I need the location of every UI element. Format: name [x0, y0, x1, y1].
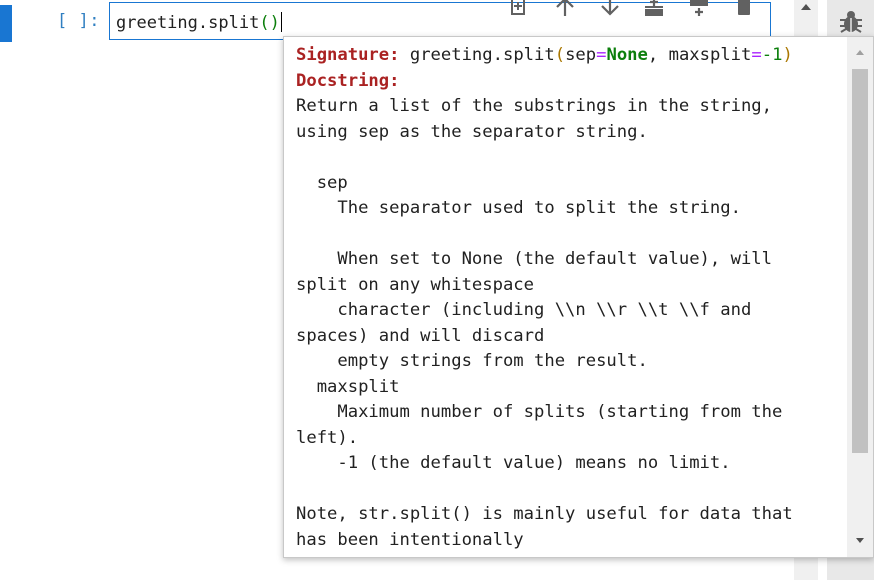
sig-param-sep: sep	[565, 45, 597, 65]
tooltip-scroll-down-icon[interactable]	[854, 535, 866, 545]
tooltip-scroll-thumb[interactable]	[852, 69, 868, 453]
code-function: split	[208, 13, 260, 33]
signature-open-paren: (	[554, 45, 566, 65]
doc-line	[296, 145, 846, 171]
doc-line: The separator used to split the string.	[296, 198, 741, 218]
sig-neg1: -1	[761, 45, 783, 65]
cell-prompt: [ ]:	[57, 11, 100, 31]
doc-line: -1 (the default value) means no limit.	[296, 453, 731, 473]
signature-label: Signature:	[296, 45, 400, 65]
doc-line: Return a list of the substrings in the s…	[296, 96, 772, 116]
code-variable: greeting	[116, 13, 198, 33]
code-line[interactable]: greeting.split()	[116, 12, 282, 33]
active-cell-indicator	[0, 5, 12, 42]
text-cursor	[280, 12, 282, 32]
move-down-icon[interactable]	[598, 0, 622, 18]
delete-icon[interactable]	[732, 0, 756, 18]
doc-line: has been intentionally	[296, 529, 524, 550]
doc-line: split on any whitespace	[296, 274, 534, 295]
doc-line: Maximum number of splits (starting from …	[296, 402, 783, 422]
tooltip-content: Signature: greeting.split(sep=None, maxs…	[296, 43, 846, 553]
insert-below-icon[interactable]	[687, 0, 711, 18]
sig-comma: ,	[647, 45, 669, 65]
docstring-label: Docstring:	[296, 70, 400, 91]
doc-line: using sep as the separator string.	[296, 121, 648, 142]
doc-line	[296, 222, 846, 248]
sig-eq-1: =	[596, 45, 607, 65]
signature-tooltip: Signature: greeting.split(sep=None, maxs…	[283, 36, 874, 558]
doc-line	[296, 477, 846, 503]
signature-close-paren: )	[782, 45, 793, 65]
doc-line: maxsplit	[296, 376, 400, 397]
tooltip-scrollbar[interactable]	[847, 37, 873, 557]
signature-line: Signature: greeting.split(sep=None, maxs…	[296, 43, 846, 69]
move-up-icon[interactable]	[553, 0, 577, 18]
code-parens: ()	[259, 13, 280, 33]
insert-above-icon[interactable]	[642, 0, 666, 18]
doc-line: When set to None (the default value), wi…	[296, 249, 772, 269]
doc-line: character (including \\n \\r \\t \\f and	[296, 300, 752, 320]
doc-line: empty strings from the result.	[296, 351, 648, 371]
debugger-bug-icon[interactable]	[837, 8, 865, 36]
code-dot: .	[197, 13, 209, 33]
sig-none: None	[606, 45, 648, 65]
tooltip-scroll-up-icon[interactable]	[854, 48, 866, 58]
duplicate-icon[interactable]	[507, 0, 531, 18]
doc-line: spaces) and will discard	[296, 325, 545, 346]
sig-param-maxsplit: maxsplit	[668, 45, 752, 65]
code-cell-editor[interactable]: greeting.split()	[109, 2, 771, 40]
sig-eq-2: =	[751, 45, 762, 65]
signature-name: greeting.split	[409, 45, 555, 65]
doc-line: Note, str.split() is mainly useful for d…	[296, 504, 793, 524]
scroll-up-arrow-icon[interactable]	[794, 0, 818, 16]
doc-line: sep	[296, 172, 348, 193]
doc-line: left).	[296, 427, 359, 448]
